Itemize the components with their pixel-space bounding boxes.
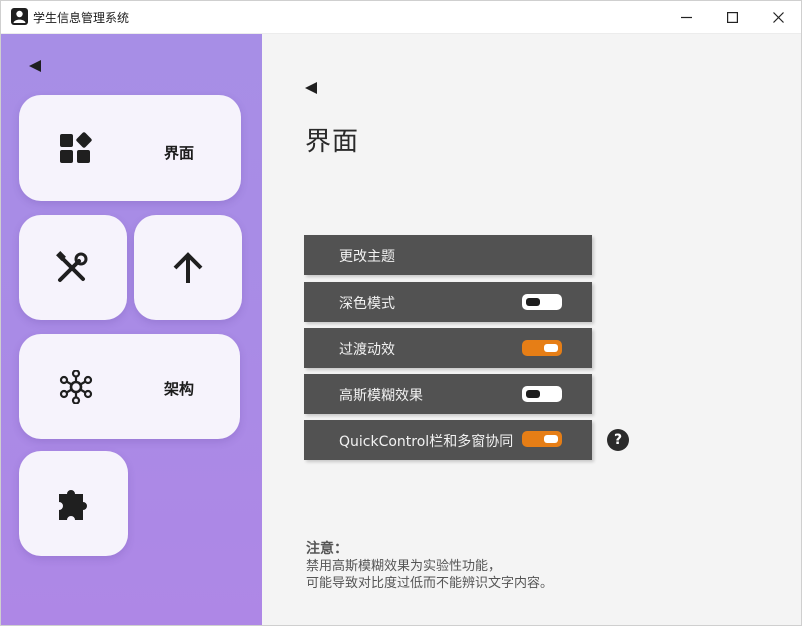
nav-tile-label: 界面 [164,144,195,162]
nav-tile-tools[interactable] [19,215,127,320]
toggle-knob [526,298,540,306]
setting-quickcontrol: QuickControl栏和多窗协同 [304,420,592,460]
setting-label: QuickControl栏和多窗协同 [339,434,514,450]
hub-icon [59,370,93,404]
dark-mode-toggle[interactable] [522,294,562,310]
app-window: 学生信息管理系统 界面 架构 界面 更改主题 深色模式 过渡动效 高斯模糊效果 … [0,0,802,626]
transition-effects-toggle[interactable] [522,340,562,356]
toggle-knob [544,344,558,352]
nav-tile-architecture[interactable]: 架构 [19,334,240,439]
arrow-up-icon [173,252,203,283]
sidebar: 界面 架构 [1,34,262,625]
minimize-icon [680,16,692,19]
quickcontrol-toggle[interactable] [522,431,562,447]
setting-label: 更改主题 [339,249,395,265]
close-icon [772,12,784,23]
sidebar-back-icon[interactable] [28,59,42,73]
puzzle-icon [59,490,87,520]
widgets-icon [60,132,92,163]
tools-icon [56,251,88,282]
setting-dark-mode: 深色模式 [304,282,592,322]
note-line: 可能导致对比度过低而不能辨识文字内容。 [306,576,554,591]
maximize-icon [726,12,738,23]
app-user-icon [11,8,28,25]
nav-tile-label: 架构 [164,380,195,398]
setting-label: 高斯模糊效果 [339,388,423,404]
setting-gaussian-blur: 高斯模糊效果 [304,374,592,414]
gaussian-blur-toggle[interactable] [522,386,562,402]
setting-label: 过渡动效 [339,342,395,358]
help-icon[interactable]: ? [607,429,629,451]
setting-change-theme[interactable]: 更改主题 [304,235,592,275]
window-title: 学生信息管理系统 [33,11,130,25]
setting-transition-effects: 过渡动效 [304,328,592,368]
back-icon[interactable] [304,81,318,95]
nav-tile-extensions[interactable] [19,451,128,556]
setting-label: 深色模式 [339,296,395,312]
maximize-button[interactable] [709,1,755,34]
nav-tile-upgrade[interactable] [134,215,242,320]
toggle-knob [544,435,558,443]
toggle-knob [526,390,540,398]
page-title: 界面 [305,127,360,157]
nav-tile-interface[interactable]: 界面 [19,95,241,201]
title-bar: 学生信息管理系统 [1,1,801,34]
minimize-button[interactable] [663,1,709,34]
close-button[interactable] [755,1,801,34]
